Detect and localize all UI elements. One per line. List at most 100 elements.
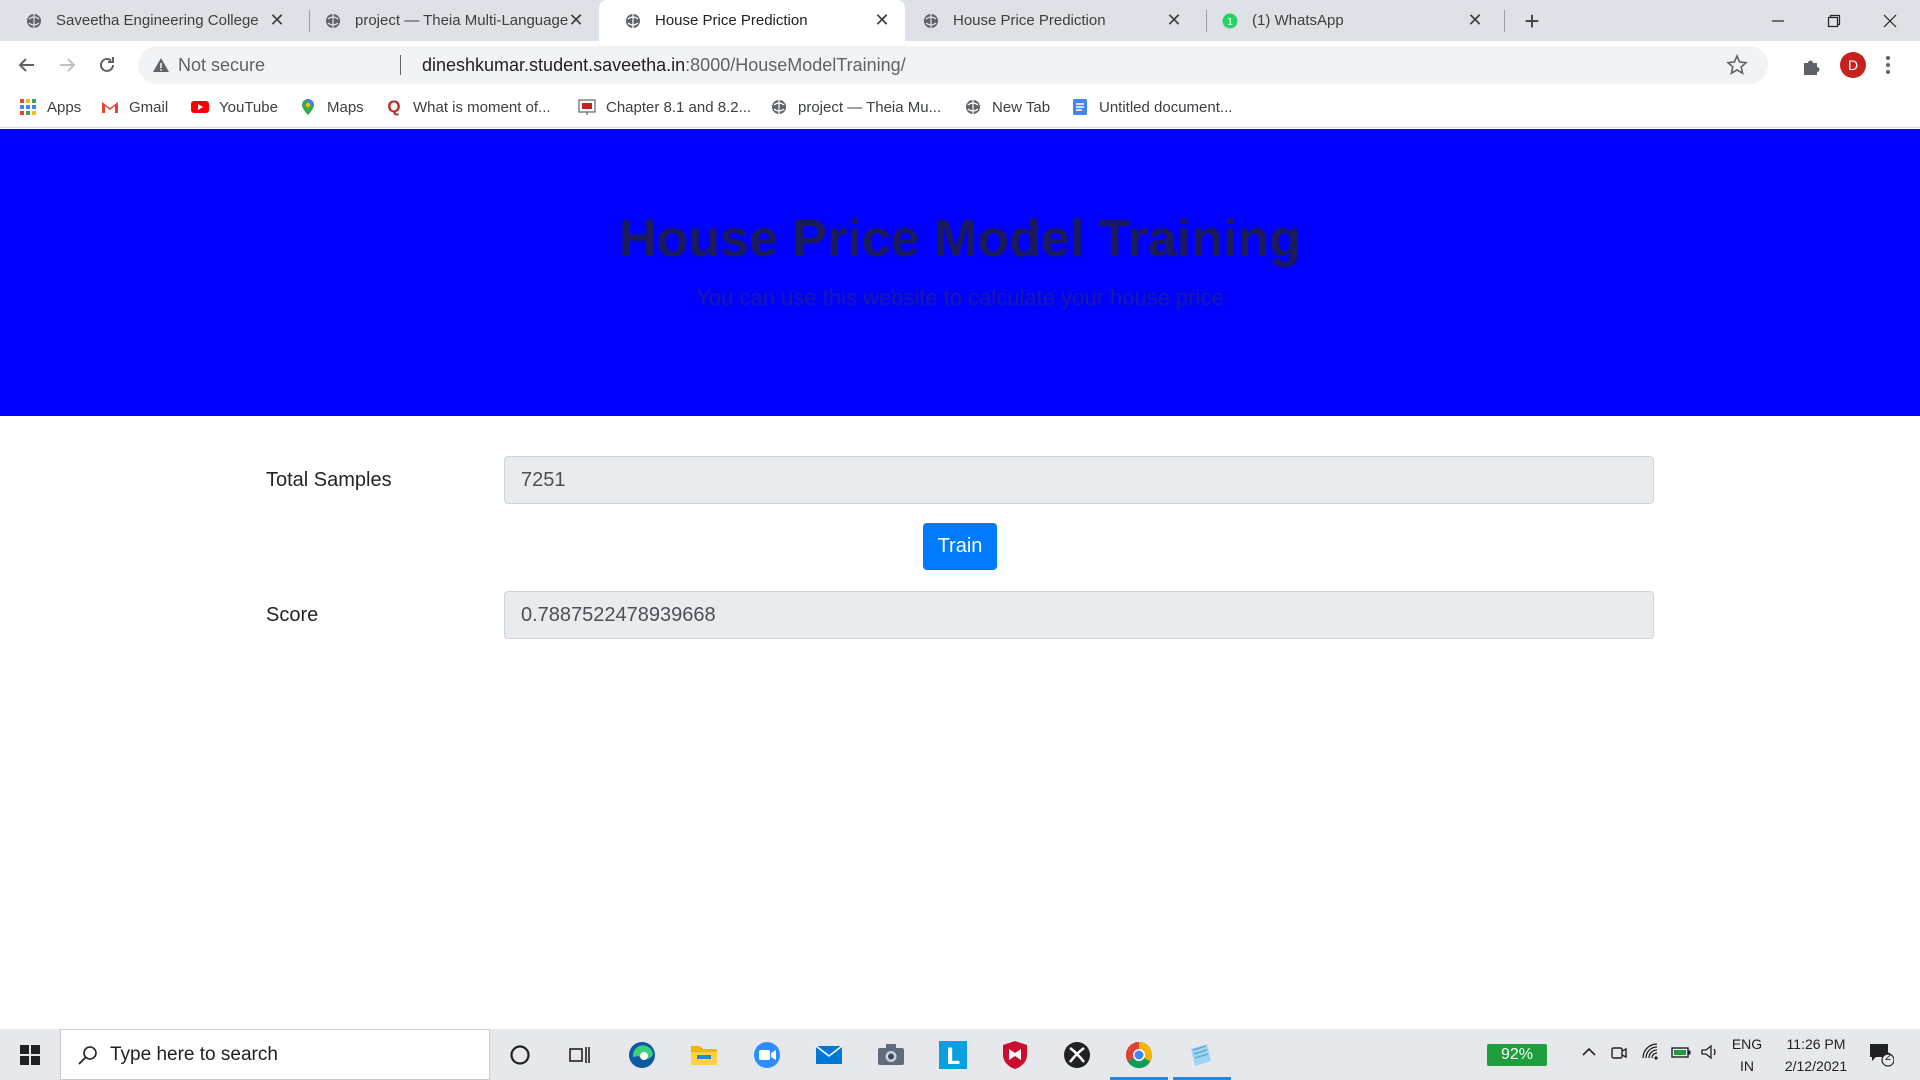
wifi-icon[interactable] bbox=[1641, 1043, 1661, 1061]
tab-house-price-active[interactable]: House Price Prediction ✕ bbox=[599, 0, 905, 41]
notification-count: 2 bbox=[1884, 1051, 1892, 1063]
region-code: IN bbox=[1740, 1058, 1754, 1074]
hero-banner: House Price Model Training You can use t… bbox=[0, 129, 1920, 416]
arrow-left-icon bbox=[18, 58, 34, 72]
taskbar-mcafee[interactable] bbox=[997, 1037, 1033, 1073]
xbox-icon bbox=[1064, 1042, 1090, 1068]
bookmark-label: Maps bbox=[327, 98, 364, 116]
bookmark-new-tab[interactable]: New Tab bbox=[964, 98, 1050, 116]
globe-icon bbox=[326, 14, 340, 28]
security-status[interactable]: Not secure bbox=[178, 55, 265, 76]
minimize-button[interactable] bbox=[1750, 0, 1806, 41]
chevron-up-icon[interactable] bbox=[1580, 1043, 1598, 1061]
taskbar-edge[interactable] bbox=[624, 1037, 660, 1073]
search-icon bbox=[78, 1046, 97, 1065]
minimize-icon bbox=[1772, 19, 1784, 22]
bookmark-quora[interactable]: Q What is moment of... bbox=[385, 97, 550, 116]
globe-icon bbox=[964, 98, 982, 116]
input-language[interactable]: ENG IN bbox=[1727, 1033, 1767, 1077]
reload-button[interactable] bbox=[91, 49, 123, 81]
puzzle-icon[interactable] bbox=[1800, 55, 1822, 77]
cortana-button[interactable] bbox=[502, 1037, 538, 1073]
arrow-right-icon bbox=[60, 58, 76, 72]
whatsapp-icon: 1 bbox=[1222, 13, 1238, 29]
url-path: :8000/HouseModelTraining/ bbox=[685, 55, 906, 75]
url-text[interactable]: dineshkumar.student.saveetha.in:8000/Hou… bbox=[422, 55, 906, 76]
new-tab-button[interactable]: + bbox=[1518, 6, 1546, 37]
windows-logo-icon bbox=[20, 1044, 40, 1065]
restore-icon bbox=[1827, 14, 1841, 27]
l-app-icon: L bbox=[939, 1041, 967, 1070]
close-icon[interactable]: ✕ bbox=[567, 10, 585, 31]
train-button[interactable]: Train bbox=[923, 523, 997, 570]
volume-icon[interactable] bbox=[1700, 1043, 1720, 1061]
back-button[interactable] bbox=[11, 49, 43, 81]
svg-text:1: 1 bbox=[1227, 17, 1233, 28]
task-view-button[interactable] bbox=[562, 1037, 598, 1073]
globe-icon bbox=[770, 98, 788, 116]
globe-icon bbox=[27, 14, 41, 28]
globe-icon bbox=[626, 14, 640, 28]
bookmark-untitled-doc[interactable]: Untitled document... bbox=[1071, 98, 1232, 116]
docs-icon bbox=[1071, 98, 1089, 116]
taskbar-l-app[interactable]: L bbox=[935, 1037, 971, 1073]
meet-now-icon[interactable] bbox=[1610, 1043, 1628, 1063]
address-bar[interactable]: Not secure dineshkumar.student.saveetha.… bbox=[138, 46, 1768, 84]
bookmark-theia[interactable]: project — Theia Mu... bbox=[770, 98, 941, 116]
forward-button[interactable] bbox=[51, 49, 83, 81]
tab-whatsapp[interactable]: 1 (1) WhatsApp ✕ bbox=[1196, 0, 1498, 41]
bookmark-chapter[interactable]: Chapter 8.1 and 8.2... bbox=[578, 98, 751, 116]
bookmark-youtube[interactable]: YouTube bbox=[191, 98, 278, 116]
clock[interactable]: 11:26 PM 2/12/2021 bbox=[1772, 1033, 1860, 1077]
taskbar-chrome[interactable] bbox=[1121, 1037, 1157, 1073]
bookmark-label: Gmail bbox=[129, 98, 169, 116]
close-icon[interactable]: ✕ bbox=[1165, 10, 1183, 31]
camera-icon bbox=[878, 1044, 904, 1065]
tab-theia[interactable]: project — Theia Multi-Language ✕ bbox=[299, 0, 599, 41]
tab-strip: Saveetha Engineering College ✕ project —… bbox=[0, 0, 1920, 41]
tab-saveetha[interactable]: Saveetha Engineering College ✕ bbox=[0, 0, 300, 41]
battery-icon[interactable] bbox=[1671, 1043, 1693, 1061]
tab-divider bbox=[1504, 10, 1505, 32]
taskbar-camera[interactable] bbox=[873, 1037, 909, 1073]
action-center-button[interactable]: 2 bbox=[1868, 1041, 1896, 1067]
edge-icon bbox=[629, 1042, 655, 1068]
mcafee-shield-icon bbox=[1003, 1041, 1027, 1069]
globe-icon bbox=[924, 14, 938, 28]
taskbar-notepad[interactable] bbox=[1183, 1037, 1219, 1073]
total-samples-field[interactable]: 7251 bbox=[504, 456, 1654, 504]
battery-indicator[interactable]: 92% bbox=[1487, 1044, 1547, 1066]
svg-text:L: L bbox=[946, 1045, 960, 1070]
bookmark-apps[interactable]: Apps bbox=[19, 98, 81, 116]
bookmark-maps[interactable]: Maps bbox=[299, 98, 364, 116]
restore-button[interactable] bbox=[1806, 0, 1862, 41]
bookmark-label: Chapter 8.1 and 8.2... bbox=[606, 98, 752, 116]
page-title: House Price Model Training bbox=[619, 210, 1301, 268]
reload-icon bbox=[100, 57, 114, 72]
bookmark-gmail[interactable]: Gmail bbox=[101, 98, 168, 116]
close-window-button[interactable] bbox=[1862, 0, 1918, 41]
more-vert-icon[interactable] bbox=[1884, 53, 1892, 77]
taskbar-search[interactable]: Type here to search bbox=[60, 1029, 490, 1080]
start-button[interactable] bbox=[0, 1029, 60, 1080]
avatar[interactable]: D bbox=[1840, 52, 1866, 78]
score-label: Score bbox=[266, 604, 319, 626]
close-icon[interactable]: ✕ bbox=[873, 10, 891, 31]
taskbar-zoom[interactable] bbox=[749, 1037, 785, 1073]
bookmark-label: project — Theia Mu... bbox=[798, 98, 942, 116]
taskbar-mail[interactable] bbox=[811, 1037, 847, 1073]
mail-icon bbox=[815, 1045, 843, 1064]
star-icon[interactable] bbox=[1726, 54, 1748, 76]
windows-taskbar: Type here to search L 92% ENG IN 11:26 P… bbox=[0, 1029, 1920, 1080]
bookmarks-bar: Apps Gmail YouTube Maps Q What is moment… bbox=[0, 89, 1920, 128]
taskbar-file-explorer[interactable] bbox=[686, 1037, 722, 1073]
tab-house-price[interactable]: House Price Prediction ✕ bbox=[897, 0, 1197, 41]
close-icon[interactable]: ✕ bbox=[1466, 10, 1484, 31]
bookmark-label: Untitled document... bbox=[1099, 98, 1233, 116]
clock-date: 2/12/2021 bbox=[1784, 1058, 1848, 1074]
taskbar-xbox[interactable] bbox=[1059, 1037, 1095, 1073]
close-icon[interactable]: ✕ bbox=[268, 10, 286, 31]
clock-time: 11:26 PM bbox=[1786, 1036, 1846, 1052]
search-placeholder: Type here to search bbox=[110, 1044, 278, 1065]
score-field[interactable]: 0.7887522478939668 bbox=[504, 591, 1654, 639]
